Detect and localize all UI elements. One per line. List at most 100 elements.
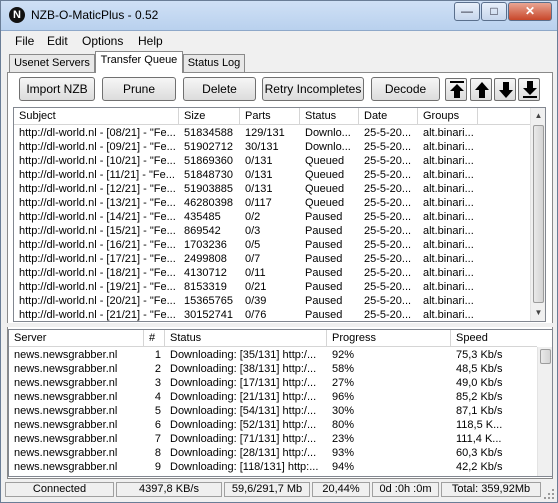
queue-row[interactable]: http://dl-world.nl - [13/21] - "Fe... 462… [14, 196, 530, 210]
connections-list[interactable]: Server # Status Progress Speed news.news… [8, 329, 553, 477]
queue-cell-parts: 0/5 [245, 239, 261, 251]
connection-cell-number: 9 [154, 461, 161, 473]
queue-row[interactable]: http://dl-world.nl - [17/21] - "Fe... 249… [14, 252, 530, 266]
pane-splitter[interactable] [7, 323, 553, 327]
queue-cell-groups: alt.binari... [423, 225, 474, 237]
maximize-button[interactable]: □ [481, 2, 507, 21]
queue-cell-size: 51869360 [184, 155, 233, 167]
menu-help[interactable]: Help [138, 34, 163, 48]
connections-scrollbar[interactable] [537, 347, 552, 476]
col-size[interactable]: Size [179, 108, 240, 125]
queue-row[interactable]: http://dl-world.nl - [21/21] - "Fe... 301… [14, 308, 530, 321]
connection-row[interactable]: news.newsgrabber.nl 9 Downloading: [118/13… [9, 460, 537, 474]
col-number[interactable]: # [144, 330, 165, 347]
resize-grip-icon[interactable] [543, 488, 555, 500]
transfer-queue-list[interactable]: Subject Size Parts Status Date Groups ht… [13, 107, 546, 322]
queue-row[interactable]: http://dl-world.nl - [15/21] - "Fe... 869… [14, 224, 530, 238]
connection-row[interactable]: news.newsgrabber.nl 1 Downloading: [35/131… [9, 348, 537, 362]
connection-row[interactable]: news.newsgrabber.nl 8 Downloading: [28/131… [9, 446, 537, 460]
move-down-button[interactable] [494, 78, 516, 101]
delete-button[interactable]: Delete [183, 77, 256, 101]
move-bottom-button[interactable] [518, 78, 540, 101]
scroll-up-icon[interactable]: ▲ [531, 108, 545, 124]
connection-cell-status: Downloading: [118/131] http:... [170, 461, 319, 473]
connection-cell-progress: 96% [332, 391, 355, 403]
connection-cell-speed: 118,5 K... [456, 419, 503, 431]
queue-row[interactable]: http://dl-world.nl - [09/21] - "Fe... 519… [14, 140, 530, 154]
queue-cell-status: Paused [305, 225, 343, 237]
minimize-button[interactable]: — [454, 2, 480, 21]
col-status[interactable]: Status [300, 108, 359, 125]
retry-incompletes-button[interactable]: Retry Incompletes [262, 77, 364, 101]
scroll-down-icon[interactable]: ▼ [531, 305, 545, 321]
connection-row[interactable]: news.newsgrabber.nl 4 Downloading: [21/131… [9, 390, 537, 404]
queue-cell-status: Paused [305, 281, 343, 293]
connection-cell-server: news.newsgrabber.nl [14, 349, 118, 361]
queue-cell-parts: 0/11 [245, 267, 266, 279]
queue-cell-size: 1703236 [184, 239, 227, 251]
prune-button[interactable]: Prune [102, 77, 176, 101]
queue-cell-date: 25-5-20... [364, 141, 412, 153]
queue-cell-groups: alt.binari... [423, 141, 474, 153]
col-conn-status[interactable]: Status [165, 330, 327, 347]
move-top-button[interactable] [445, 78, 467, 101]
queue-row[interactable]: http://dl-world.nl - [12/21] - "Fe... 519… [14, 182, 530, 196]
tab-usenet-servers[interactable]: Usenet Servers [9, 54, 95, 73]
col-date[interactable]: Date [359, 108, 418, 125]
col-speed[interactable]: Speed [451, 330, 537, 347]
connection-row[interactable]: news.newsgrabber.nl 3 Downloading: [17/131… [9, 376, 537, 390]
queue-cell-groups: alt.binari... [423, 183, 474, 195]
queue-row[interactable]: http://dl-world.nl - [14/21] - "Fe... 435… [14, 210, 530, 224]
tab-status-log[interactable]: Status Log [183, 54, 245, 73]
queue-cell-status: Queued [305, 197, 345, 209]
connections-scroll-thumb[interactable] [540, 349, 551, 364]
queue-cell-groups: alt.binari... [423, 155, 474, 167]
queue-cell-size: 51903885 [184, 183, 233, 195]
queue-cell-subject: http://dl-world.nl - [13/21] - "Fe... [19, 197, 176, 209]
queue-cell-groups: alt.binari... [423, 211, 474, 223]
connection-row[interactable]: news.newsgrabber.nl 2 Downloading: [38/131… [9, 362, 537, 376]
queue-row[interactable]: http://dl-world.nl - [19/21] - "Fe... 815… [14, 280, 530, 294]
close-button[interactable]: ✕ [508, 2, 552, 21]
queue-row[interactable]: http://dl-world.nl - [08/21] - "Fe... 518… [14, 126, 530, 140]
col-progress[interactable]: Progress [327, 330, 451, 347]
col-parts[interactable]: Parts [240, 108, 300, 125]
queue-row[interactable]: http://dl-world.nl - [18/21] - "Fe... 413… [14, 266, 530, 280]
queue-cell-date: 25-5-20... [364, 309, 412, 321]
col-groups[interactable]: Groups [418, 108, 478, 125]
menu-options[interactable]: Options [82, 34, 123, 48]
connection-cell-progress: 23% [332, 433, 355, 445]
queue-cell-subject: http://dl-world.nl - [19/21] - "Fe... [19, 281, 176, 293]
queue-cell-status: Downlo... [305, 141, 351, 153]
queue-scroll-thumb[interactable] [533, 125, 544, 303]
connection-cell-number: 7 [154, 433, 161, 445]
queue-cell-status: Downlo... [305, 127, 351, 139]
queue-scrollbar[interactable]: ▲ ▼ [530, 108, 545, 321]
connection-row[interactable]: news.newsgrabber.nl 6 Downloading: [52/131… [9, 418, 537, 432]
move-up-button[interactable] [470, 78, 492, 101]
queue-row[interactable]: http://dl-world.nl - [16/21] - "Fe... 170… [14, 238, 530, 252]
menu-file[interactable]: File [15, 34, 34, 48]
connection-cell-status: Downloading: [52/131] http:/... [170, 419, 317, 431]
queue-cell-subject: http://dl-world.nl - [10/21] - "Fe... [19, 155, 176, 167]
queue-row[interactable]: http://dl-world.nl - [11/21] - "Fe... 518… [14, 168, 530, 182]
queue-cell-status: Paused [305, 309, 343, 321]
menu-edit[interactable]: Edit [47, 34, 68, 48]
import-nzb-button[interactable]: Import NZB [19, 77, 95, 101]
col-subject[interactable]: Subject [14, 108, 179, 125]
connection-row[interactable]: news.newsgrabber.nl 7 Downloading: [71/131… [9, 432, 537, 446]
col-server[interactable]: Server [9, 330, 144, 347]
tab-transfer-queue[interactable]: Transfer Queue [95, 51, 183, 73]
title-bar[interactable]: N NZB-O-MaticPlus - 0.52 — □ ✕ [1, 1, 557, 31]
connection-cell-number: 3 [154, 377, 161, 389]
queue-cell-parts: 0/2 [245, 211, 261, 223]
connection-row[interactable]: news.newsgrabber.nl 5 Downloading: [54/131… [9, 404, 537, 418]
queue-row[interactable]: http://dl-world.nl - [10/21] - "Fe... 518… [14, 154, 530, 168]
queue-row[interactable]: http://dl-world.nl - [20/21] - "Fe... 153… [14, 294, 530, 308]
queue-cell-size: 869542 [184, 225, 221, 237]
connection-cell-progress: 58% [332, 363, 355, 375]
queue-cell-subject: http://dl-world.nl - [12/21] - "Fe... [19, 183, 176, 195]
queue-cell-subject: http://dl-world.nl - [14/21] - "Fe... [19, 211, 176, 223]
decode-button[interactable]: Decode [371, 77, 440, 101]
connection-cell-progress: 93% [332, 447, 355, 459]
